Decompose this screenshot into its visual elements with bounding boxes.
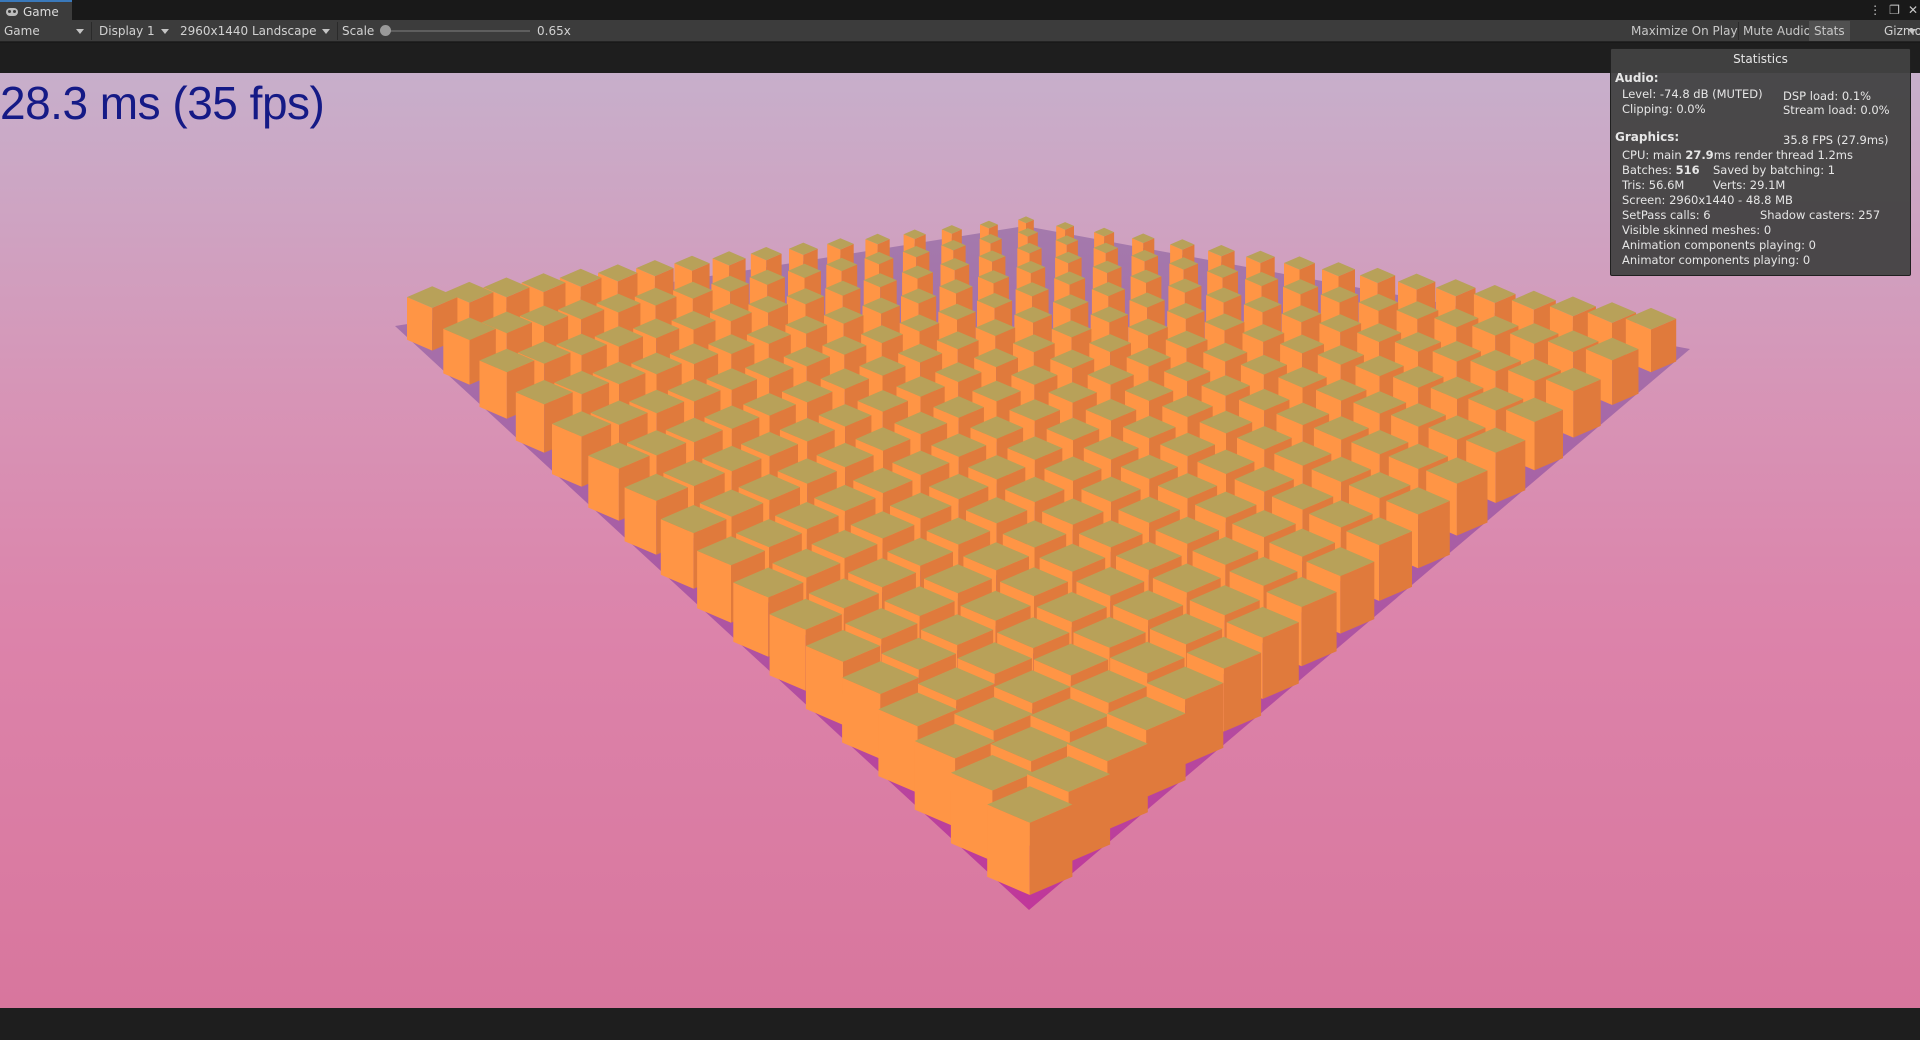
letterbox-bottom	[0, 1008, 1920, 1040]
scale-slider-thumb[interactable]	[380, 25, 391, 36]
tab-game[interactable]: Game	[0, 0, 72, 22]
mute-audio-button[interactable]: Mute Audio	[1738, 21, 1816, 41]
view-type-dropdown[interactable]: Game	[0, 20, 88, 42]
audio-heading: Audio:	[1615, 71, 1659, 85]
batches-prefix: Batches:	[1622, 163, 1676, 177]
saved-by-batching: Saved by batching: 1	[1713, 163, 1836, 177]
cube	[987, 786, 1073, 895]
cpu-stats: CPU: main 27.9ms render thread 1.2ms	[1622, 148, 1853, 162]
mute-audio-label: Mute Audio	[1743, 24, 1811, 38]
tris-stat: Tris: 56.6M	[1622, 178, 1685, 192]
resolution-label: 2960x1440 Landscape	[180, 24, 317, 38]
gamepad-icon	[6, 8, 18, 16]
cpu-prefix: CPU: main	[1622, 148, 1686, 162]
graphics-fps: 35.8 FPS (27.9ms)	[1783, 133, 1889, 147]
visible-skinned-stat: Visible skinned meshes: 0	[1622, 223, 1772, 237]
maximize-on-play-label: Maximize On Play	[1631, 24, 1738, 38]
statistics-panel: Statistics Audio: Level: -74.8 dB (MUTED…	[1610, 48, 1911, 276]
setpass-stat: SetPass calls: 6	[1622, 208, 1711, 222]
tab-game-label: Game	[23, 5, 59, 19]
batches-value: 516	[1675, 163, 1700, 177]
maximize-on-play-button[interactable]: Maximize On Play	[1626, 21, 1743, 41]
stats-toggle-label: Stats	[1814, 24, 1845, 38]
chevron-down-icon	[161, 29, 169, 34]
toolbar-divider	[91, 22, 92, 40]
more-options-icon[interactable]: ⋮	[1869, 3, 1881, 17]
chevron-down-icon	[76, 29, 84, 34]
animation-components-stat: Animation components playing: 0	[1622, 238, 1816, 252]
fps-readout: 28.3 ms (35 fps)	[0, 77, 325, 129]
cpu-suffix: ms render thread 1.2ms	[1713, 148, 1853, 162]
dsp-load: DSP load: 0.1%	[1783, 89, 1872, 103]
screen-stat: Screen: 2960x1440 - 48.8 MB	[1622, 193, 1793, 207]
game-view-toolbar: Game Display 1 2960x1440 Landscape Scale…	[0, 20, 1920, 42]
view-type-label: Game	[4, 24, 40, 38]
chevron-down-icon	[322, 29, 330, 34]
stats-toggle-button[interactable]: Stats	[1809, 21, 1850, 41]
display-dropdown[interactable]: Display 1	[95, 20, 173, 42]
animator-components-stat: Animator components playing: 0	[1622, 253, 1811, 267]
scale-value: 0.65x	[537, 24, 571, 38]
graphics-heading: Graphics:	[1615, 130, 1680, 144]
maximize-icon[interactable]: ❐	[1889, 3, 1900, 17]
scale-slider-track[interactable]	[384, 30, 530, 32]
batches-stat: Batches: 516	[1622, 163, 1700, 177]
cube-grid	[407, 216, 1677, 895]
resolution-dropdown[interactable]: 2960x1440 Landscape	[176, 20, 334, 42]
cpu-main-value: 27.9	[1685, 148, 1714, 162]
display-label: Display 1	[99, 24, 155, 38]
tab-strip: Game ⋮ ❐ ✕	[0, 0, 1920, 22]
close-icon[interactable]: ✕	[1908, 3, 1918, 17]
shadow-casters-stat: Shadow casters: 257	[1760, 208, 1881, 222]
audio-clipping: Clipping: 0.0%	[1622, 102, 1706, 116]
chevron-down-icon[interactable]	[1908, 29, 1916, 34]
toolbar-divider	[337, 22, 338, 40]
window-controls: ⋮ ❐ ✕	[1869, 1, 1918, 19]
audio-level: Level: -74.8 dB (MUTED)	[1622, 87, 1763, 101]
statistics-title: Statistics	[1733, 52, 1788, 66]
verts-stat: Verts: 29.1M	[1713, 178, 1786, 192]
stream-load: Stream load: 0.0%	[1783, 103, 1890, 117]
scale-label: Scale	[342, 24, 375, 38]
